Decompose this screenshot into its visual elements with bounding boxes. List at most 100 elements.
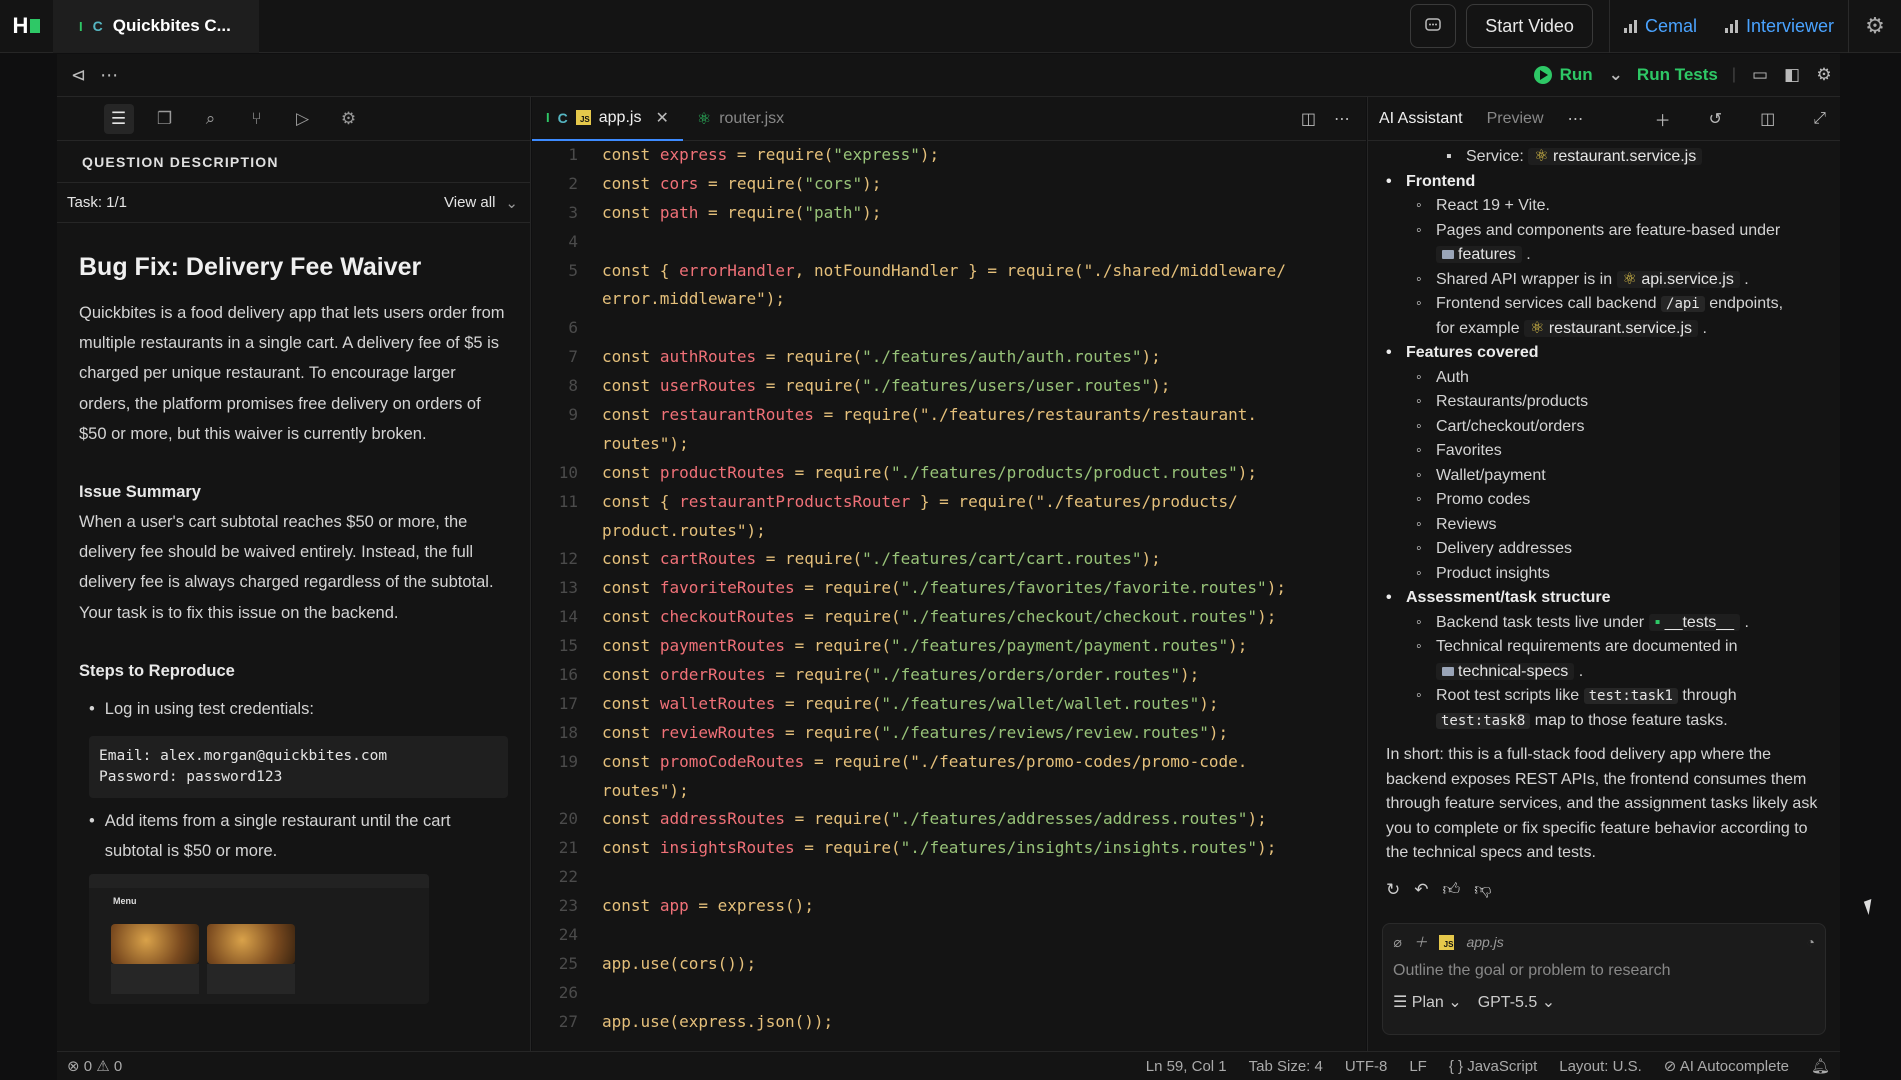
code-line[interactable]: 23 const app = express(); xyxy=(532,892,1366,921)
tab-app-js[interactable]: IC JS app.js ✕ xyxy=(532,97,683,141)
code-line[interactable]: 11 const { restaurantProductsRouter } = r… xyxy=(532,488,1366,517)
code-line[interactable]: 8 const userRoutes = require("./features/… xyxy=(532,372,1366,401)
tab-ai-assistant[interactable]: AI Assistant xyxy=(1379,110,1463,128)
context-file[interactable]: app.js xyxy=(1466,934,1503,950)
thumbs-up-icon[interactable]: 👍︎ xyxy=(1443,878,1461,903)
code-line[interactable]: 10 const productRoutes = require("./featu… xyxy=(532,459,1366,488)
code-line[interactable]: 24 xyxy=(532,921,1366,950)
undo-icon[interactable]: ↶ xyxy=(1414,878,1428,903)
mode-selector[interactable]: ☰ Plan ⌄ xyxy=(1393,992,1462,1012)
retry-icon[interactable]: ↻ xyxy=(1386,878,1400,903)
code-line[interactable]: 1 const express = require("express"); xyxy=(532,141,1366,170)
chat-button[interactable] xyxy=(1410,4,1457,48)
code-line[interactable]: 4 xyxy=(532,228,1366,257)
split-layout-icon[interactable]: ◧ xyxy=(1776,65,1808,85)
participant-cemal[interactable]: Cemal xyxy=(1610,16,1711,37)
files-icon[interactable]: ❐ xyxy=(150,104,180,134)
run-button[interactable]: Run ⌄ xyxy=(1533,65,1623,85)
view-all-link[interactable]: View all xyxy=(444,194,495,211)
chevron-down-icon[interactable]: ⌄ xyxy=(505,194,518,212)
tab-size[interactable]: Tab Size: 4 xyxy=(1249,1058,1323,1075)
code-line[interactable]: 6 xyxy=(532,314,1366,343)
code-line[interactable]: 16 const orderRoutes = require("./feature… xyxy=(532,661,1366,690)
ai-autocomplete-toggle[interactable]: ⊘ AI Autocomplete xyxy=(1664,1057,1789,1075)
summary-text: In short: this is a full-stack food deli… xyxy=(1386,746,1818,861)
code-line[interactable]: 26 xyxy=(532,979,1366,1008)
editor-settings-icon[interactable]: ⚙ xyxy=(1808,65,1840,85)
code-line[interactable]: 18 const reviewRoutes = require("./featur… xyxy=(532,719,1366,748)
encoding[interactable]: UTF-8 xyxy=(1345,1058,1388,1075)
start-video-button[interactable]: Start Video xyxy=(1466,4,1593,48)
list-item: ◦ Wallet/payment xyxy=(1416,466,1546,484)
code-line[interactable]: error.middleware"); xyxy=(532,285,1366,314)
thumbs-down-icon[interactable]: 👎︎ xyxy=(1474,878,1491,903)
code-line[interactable]: 5 const { errorHandler, notFoundHandler }… xyxy=(532,257,1366,286)
settings-gear-icon[interactable]: ⚙ xyxy=(1848,0,1901,53)
code-line[interactable]: product.routes"); xyxy=(532,517,1366,546)
search-icon[interactable]: ⌕ xyxy=(196,104,226,134)
code-line[interactable]: 19 const promoCodeRoutes = require("./fea… xyxy=(532,748,1366,777)
model-selector[interactable]: GPT-5.5 ⌄ xyxy=(1478,992,1555,1012)
problems-indicator[interactable]: ⊗ 0 ⚠ 0 xyxy=(67,1057,122,1075)
top-bar: H I C Quickbites C... Start Video Cemal … xyxy=(0,0,1901,53)
language-mode[interactable]: { } JavaScript xyxy=(1449,1058,1537,1075)
tab-preview[interactable]: Preview xyxy=(1487,110,1544,128)
code-line[interactable]: 15 const paymentRoutes = require("./featu… xyxy=(532,632,1366,661)
extensions-icon[interactable]: ⚙ xyxy=(334,104,364,134)
code-line[interactable]: 7 const authRoutes = require("./features/… xyxy=(532,343,1366,372)
list-item: ◦ React 19 + Vite. xyxy=(1416,197,1550,214)
git-branch-icon[interactable]: ⑂ xyxy=(242,104,272,134)
debug-icon[interactable]: ▷ xyxy=(288,104,318,134)
keyboard-layout[interactable]: Layout: U.S. xyxy=(1559,1058,1642,1075)
code-line[interactable]: routes"); xyxy=(532,430,1366,459)
code-editor[interactable]: IC JS app.js ✕ ⚛ router.jsx ◫ ⋯ 1 const e… xyxy=(532,97,1366,1051)
line-ending[interactable]: LF xyxy=(1409,1058,1427,1075)
code-line[interactable]: 27 app.use(express.json()); xyxy=(532,1008,1366,1037)
run-tests-button[interactable]: Run Tests xyxy=(1637,65,1718,85)
code-line[interactable]: 2 const cors = require("cors"); xyxy=(532,170,1366,199)
tab-router-jsx[interactable]: ⚛ router.jsx xyxy=(683,97,798,141)
chevron-down-icon[interactable]: ⌄ xyxy=(1609,65,1623,85)
cursor-position[interactable]: Ln 59, Col 1 xyxy=(1146,1058,1227,1075)
code-line[interactable]: 12 const cartRoutes = require("./features… xyxy=(532,545,1366,574)
line-number: 9 xyxy=(568,405,578,425)
code-line[interactable]: 13 const favoriteRoutes = require("./feat… xyxy=(532,574,1366,603)
code-line[interactable]: 17 const walletRoutes = require("./featur… xyxy=(532,690,1366,719)
screenshot-thumbnail[interactable]: Menu xyxy=(89,873,429,1004)
code-lines[interactable]: 1 const express = require("express"); 2 con… xyxy=(532,141,1366,1037)
more-icon[interactable]: ⋯ xyxy=(100,65,118,86)
new-chat-icon[interactable]: ＋ xyxy=(1655,107,1671,131)
code-line[interactable]: 21 const insightsRoutes = require("./feat… xyxy=(532,834,1366,863)
app-tab[interactable]: I C Quickbites C... xyxy=(53,0,259,53)
code-line[interactable]: 22 xyxy=(532,863,1366,892)
terminal-icon[interactable]: ▭ xyxy=(1744,65,1776,85)
code-line[interactable]: 20 const addressRoutes = require("./featu… xyxy=(532,805,1366,834)
more-icon[interactable]: ⋯ xyxy=(1568,109,1584,129)
description-icon[interactable]: ☰ xyxy=(103,103,134,134)
list-item: • Assessment/task structure xyxy=(1386,589,1611,606)
history-icon[interactable]: ↺ xyxy=(1709,109,1722,129)
add-context-icon[interactable]: ＋ xyxy=(1413,932,1427,952)
participant-interviewer[interactable]: Interviewer xyxy=(1711,16,1848,37)
app-logo[interactable]: H xyxy=(0,0,53,53)
task-selector[interactable]: Task: 1/1 View all ⌄ xyxy=(57,183,530,223)
code-line[interactable]: routes"); xyxy=(532,777,1366,806)
list-item: ◦ Cart/checkout/orders xyxy=(1416,417,1585,435)
collapse-sidebar-icon[interactable]: ⊲ xyxy=(71,65,86,86)
code-line[interactable]: 9 const restaurantRoutes = require("./fea… xyxy=(532,401,1366,430)
fullscreen-icon[interactable]: ⤢ xyxy=(1813,110,1826,128)
app-tab-icon-c: C xyxy=(92,18,103,34)
composer-input[interactable]: Outline the goal or problem to research xyxy=(1393,962,1815,980)
panel-layout-icon[interactable]: ◫ xyxy=(1760,109,1775,129)
credentials-code-block: Email: alex.morgan@quickbites.com Passwo… xyxy=(89,735,508,798)
bell-icon[interactable]: 🔔︎ xyxy=(1811,1057,1830,1075)
split-editor-icon[interactable]: ◫ xyxy=(1301,109,1316,129)
code-line[interactable]: 3 const path = require("path"); xyxy=(532,199,1366,228)
code-line[interactable]: 14 const checkoutRoutes = require("./feat… xyxy=(532,603,1366,632)
chat-composer[interactable]: ⌀ ＋ JS app.js ◔ Outline the goal or prob… xyxy=(1382,923,1826,1035)
attach-icon[interactable]: ⌀ xyxy=(1393,934,1401,951)
code-line[interactable]: 25 app.use(cors()); xyxy=(532,950,1366,979)
more-icon[interactable]: ⋯ xyxy=(1334,109,1350,129)
close-icon[interactable]: ✕ xyxy=(655,108,668,128)
